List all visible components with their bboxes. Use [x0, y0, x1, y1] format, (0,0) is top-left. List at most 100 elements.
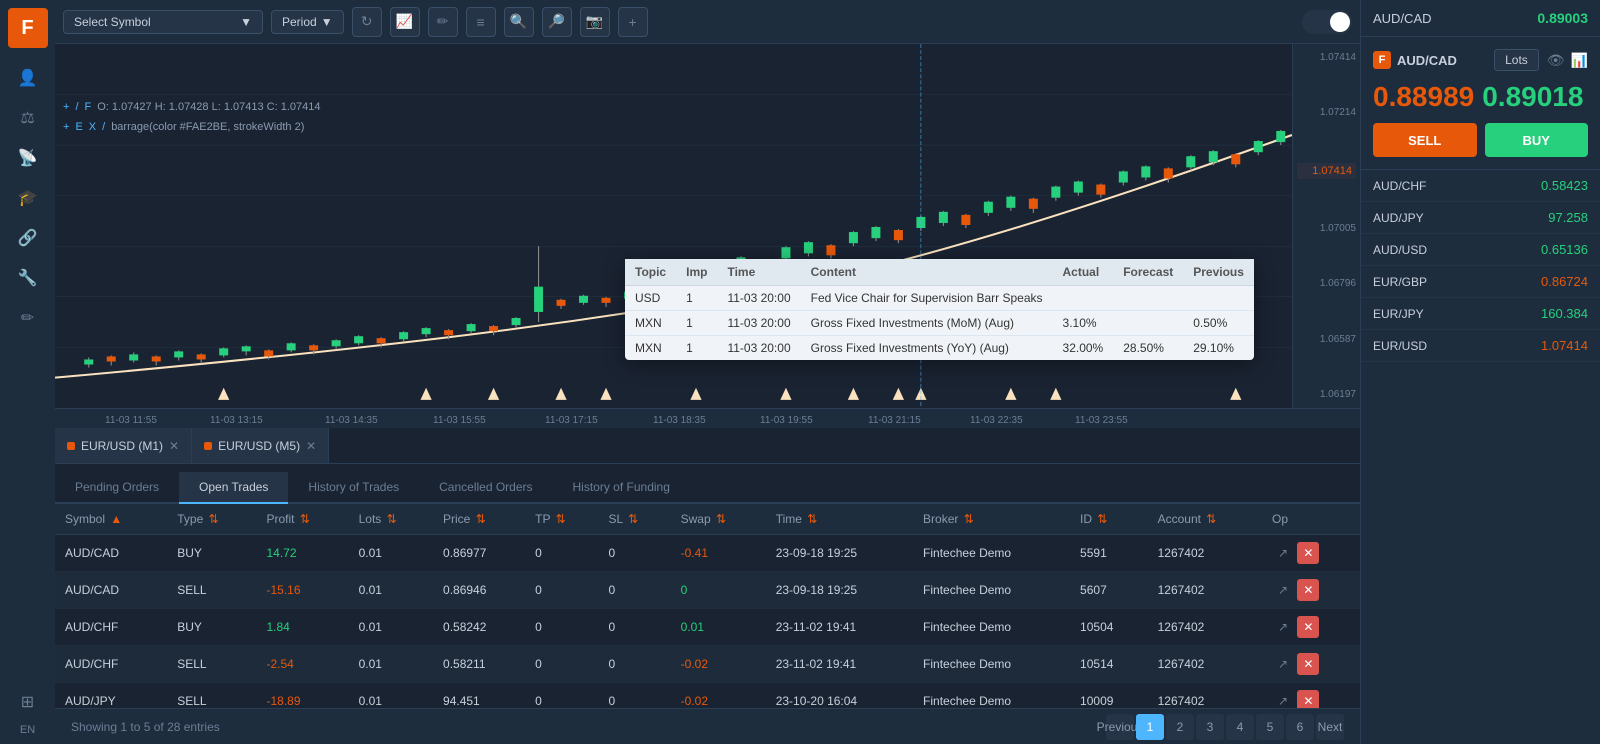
market-item[interactable]: EUR/GBP 0.86724: [1361, 266, 1600, 298]
menu-button[interactable]: ≡: [466, 7, 496, 37]
cell-lots: 0.01: [349, 572, 433, 609]
cell-id: 5607: [1070, 572, 1148, 609]
sidebar-icon-balance[interactable]: ⚖: [10, 100, 46, 136]
sell-buy-row: SELL BUY: [1373, 123, 1588, 157]
cell-sl: 0: [599, 609, 671, 646]
col-header-broker[interactable]: Broker ⇅: [913, 504, 1070, 535]
col-header-tp[interactable]: TP ⇅: [525, 504, 598, 535]
sidebar-icon-plugin[interactable]: 🔗: [10, 220, 46, 256]
symbol-select[interactable]: Select Symbol ▼: [63, 10, 263, 34]
news-marker-1[interactable]: [218, 388, 229, 400]
close-trade-button-4[interactable]: ✕: [1297, 690, 1319, 708]
zoom-in-button[interactable]: 🔎: [542, 7, 572, 37]
camera-button[interactable]: 📷: [580, 7, 610, 37]
sell-button[interactable]: SELL: [1373, 123, 1477, 157]
sidebar-icon-education[interactable]: 🎓: [10, 180, 46, 216]
buy-button[interactable]: BUY: [1485, 123, 1589, 157]
zoom-out-button[interactable]: 🔍: [504, 7, 534, 37]
col-forecast: Forecast: [1113, 259, 1183, 286]
pagination-page-2[interactable]: 2: [1166, 714, 1194, 740]
news-marker-12[interactable]: [1050, 388, 1061, 400]
pagination-page-1[interactable]: 1: [1136, 714, 1164, 740]
chart-tab-eurusd-m5[interactable]: EUR/USD (M5) ✕: [192, 428, 329, 463]
news-marker-5[interactable]: [600, 388, 611, 400]
cell-lots: 0.01: [349, 683, 433, 709]
news-marker-4[interactable]: [555, 388, 566, 400]
toolbar: Select Symbol ▼ Period ▼ ↻ 📈 ✏ ≡ 🔍 🔎 📷 +: [55, 0, 1360, 44]
market-item[interactable]: AUD/CHF 0.58423: [1361, 170, 1600, 202]
rp-f-badge: F: [1373, 51, 1391, 69]
refresh-button[interactable]: ↻: [352, 7, 382, 37]
tab-history-of-funding[interactable]: History of Funding: [553, 472, 690, 504]
col-header-id[interactable]: ID ⇅: [1070, 504, 1148, 535]
col-header-symbol[interactable]: Symbol ▲: [55, 504, 167, 535]
close-trade-button-3[interactable]: ✕: [1297, 653, 1319, 675]
news-marker-7[interactable]: [780, 388, 791, 400]
pagination-page-4[interactable]: 4: [1226, 714, 1254, 740]
edit-button-3[interactable]: ↗: [1272, 653, 1294, 675]
pencil-button[interactable]: ✏: [428, 7, 458, 37]
chart-tab-close-2[interactable]: ✕: [306, 439, 316, 453]
news-marker-6[interactable]: [690, 388, 701, 400]
news-marker-8[interactable]: [848, 388, 859, 400]
close-trade-button-2[interactable]: ✕: [1297, 616, 1319, 638]
market-item[interactable]: EUR/USD 1.07414: [1361, 330, 1600, 362]
pagination-page-5[interactable]: 5: [1256, 714, 1284, 740]
cell-id: 10009: [1070, 683, 1148, 709]
col-header-price[interactable]: Price ⇅: [433, 504, 525, 535]
col-header-time[interactable]: Time ⇅: [766, 504, 913, 535]
close-trade-button-1[interactable]: ✕: [1297, 579, 1319, 601]
sidebar-icon-grid[interactable]: ⊞: [10, 684, 46, 720]
news-marker-3[interactable]: [488, 388, 499, 400]
col-header-account[interactable]: Account ⇅: [1148, 504, 1262, 535]
pagination-page-3[interactable]: 3: [1196, 714, 1224, 740]
news-marker-13[interactable]: [1230, 388, 1241, 400]
edit-button-1[interactable]: ↗: [1272, 579, 1294, 601]
tab-history-of-trades[interactable]: History of Trades: [288, 472, 419, 504]
tab-cancelled-orders[interactable]: Cancelled Orders: [419, 472, 552, 504]
col-header-sl[interactable]: SL ⇅: [599, 504, 671, 535]
tab-pending-orders[interactable]: Pending Orders: [55, 472, 179, 504]
col-header-swap[interactable]: Swap ⇅: [671, 504, 766, 535]
cell-type: SELL: [167, 683, 256, 709]
pagination-page-6[interactable]: 6: [1286, 714, 1314, 740]
news-marker-2[interactable]: [420, 388, 431, 400]
col-header-type[interactable]: Type ⇅: [167, 504, 256, 535]
logo-button[interactable]: F: [8, 8, 48, 48]
line-chart-button[interactable]: 📈: [390, 7, 420, 37]
tab-open-trades[interactable]: Open Trades: [179, 472, 288, 504]
close-trade-button-0[interactable]: ✕: [1297, 542, 1319, 564]
chart-tab-dot-2: [204, 442, 212, 450]
pagination-info: Showing 1 to 5 of 28 entries: [71, 720, 220, 734]
pagination-next[interactable]: Next: [1316, 714, 1344, 740]
pagination-buttons: Previous 1 2 3 4 5 6 Next: [1106, 714, 1344, 740]
chart-tab-eurusd-m1[interactable]: EUR/USD (M1) ✕: [55, 428, 192, 463]
edit-button-0[interactable]: ↗: [1272, 542, 1294, 564]
market-item[interactable]: AUD/USD 0.65136: [1361, 234, 1600, 266]
rp-eye-icon[interactable]: 👁: [1547, 52, 1565, 69]
cell-symbol: AUD/CAD: [55, 535, 167, 572]
view-toggle[interactable]: [1302, 10, 1352, 34]
period-select[interactable]: Period ▼: [271, 10, 344, 34]
add-button[interactable]: +: [618, 7, 648, 37]
pagination-prev[interactable]: Previous: [1106, 714, 1134, 740]
news-marker-9[interactable]: [893, 388, 904, 400]
market-item[interactable]: EUR/JPY 160.384: [1361, 298, 1600, 330]
price-level-6: 1.06197: [1297, 389, 1356, 400]
rp-lots-button[interactable]: Lots: [1494, 49, 1539, 71]
edit-button-4[interactable]: ↗: [1272, 690, 1294, 708]
sidebar-icon-tools[interactable]: 🔧: [10, 260, 46, 296]
col-header-lots[interactable]: Lots ⇅: [349, 504, 433, 535]
rp-chart-icon[interactable]: 📊: [1571, 52, 1588, 69]
chart-tab-close-1[interactable]: ✕: [169, 439, 179, 453]
sidebar-icon-signal[interactable]: 📡: [10, 140, 46, 176]
news-marker-11[interactable]: [1005, 388, 1016, 400]
sidebar-icon-draw[interactable]: ✏: [10, 300, 46, 336]
sidebar-icon-user[interactable]: 👤: [10, 60, 46, 96]
col-header-profit[interactable]: Profit ⇅: [257, 504, 349, 535]
news-actual: 3.10%: [1053, 311, 1114, 336]
bid-ask-row: 0.88989 0.89018: [1373, 81, 1588, 113]
market-item[interactable]: AUD/JPY 97.258: [1361, 202, 1600, 234]
edit-button-2[interactable]: ↗: [1272, 616, 1294, 638]
cell-broker: Fintechee Demo: [913, 646, 1070, 683]
